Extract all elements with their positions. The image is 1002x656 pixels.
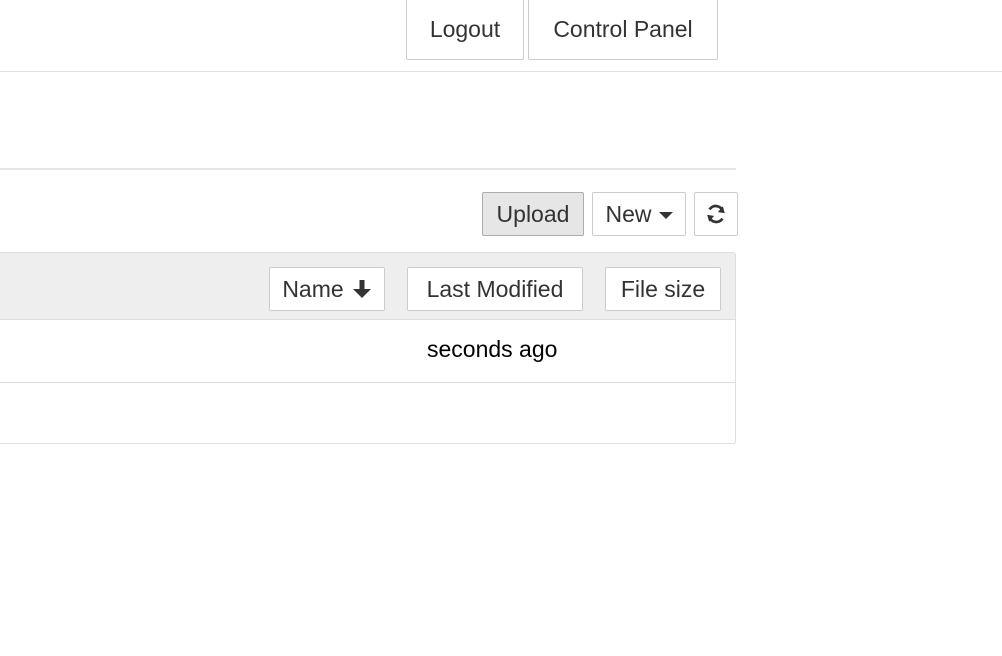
refresh-button[interactable] (694, 192, 738, 236)
last-modified-value: seconds ago (427, 336, 558, 362)
logout-button[interactable]: Logout (406, 0, 524, 60)
page: Logout Control Panel Upload New Name Las… (0, 0, 1002, 656)
sort-by-last-modified-button[interactable]: Last Modified (407, 267, 583, 311)
new-button-label: New (605, 200, 652, 227)
sort-by-file-size-button[interactable]: File size (605, 267, 721, 311)
arrow-down-icon (352, 279, 372, 299)
caret-down-icon (658, 212, 673, 219)
divider (0, 168, 736, 170)
file-list-panel: Name Last Modified File size seconds ago (0, 252, 736, 444)
new-dropdown-button[interactable]: New (592, 192, 686, 236)
control-panel-button[interactable]: Control Panel (528, 0, 718, 60)
header-bar: Logout Control Panel (0, 0, 1002, 72)
file-list-header: Name Last Modified File size (0, 253, 735, 320)
refresh-icon (705, 203, 727, 225)
name-column-label: Name (282, 275, 344, 302)
list-item[interactable]: seconds ago (0, 320, 735, 383)
list-item[interactable] (0, 383, 735, 445)
upload-button[interactable]: Upload (482, 192, 584, 236)
sort-by-name-button[interactable]: Name (269, 267, 385, 311)
